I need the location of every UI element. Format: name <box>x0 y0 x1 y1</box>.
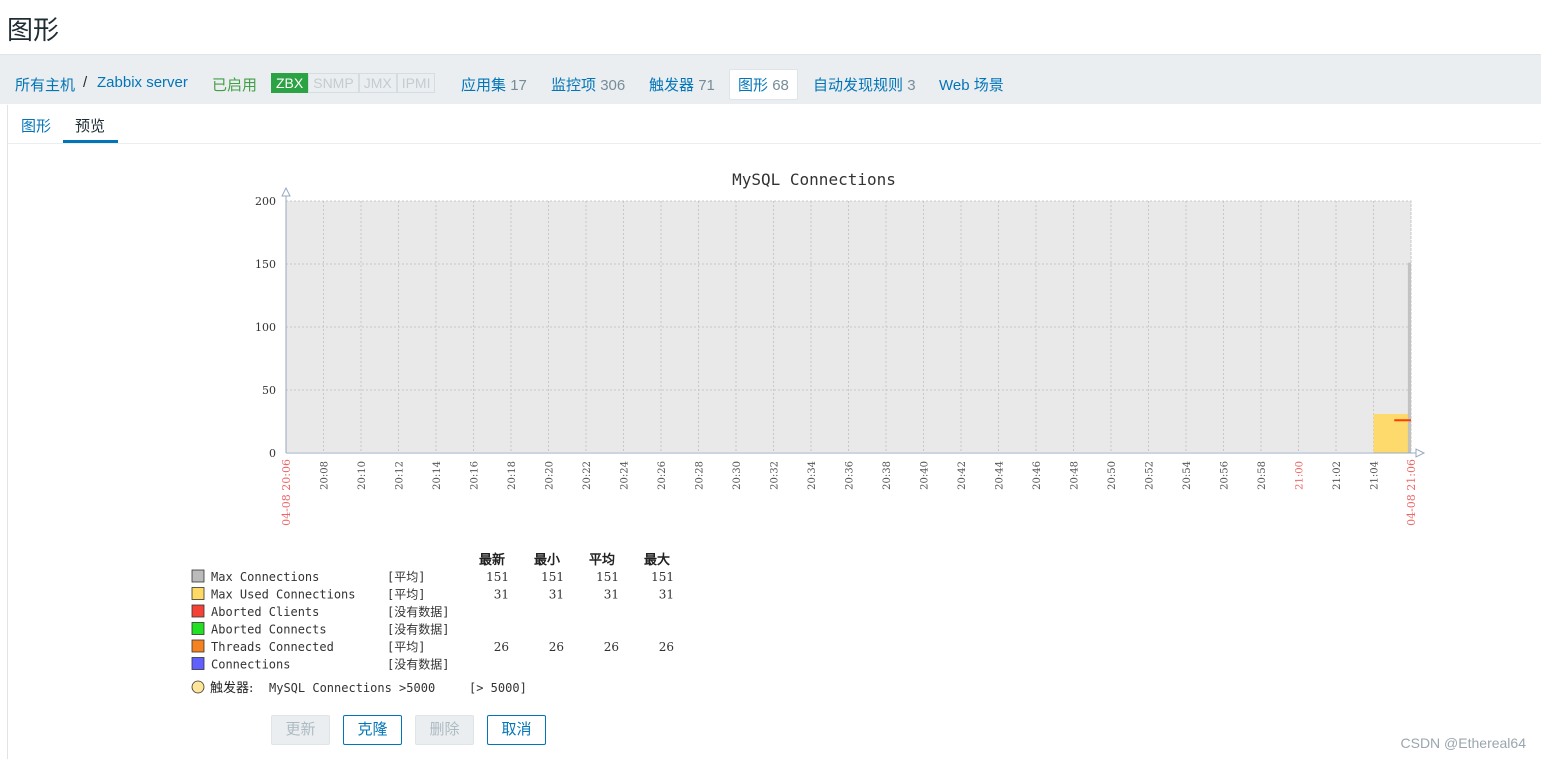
legend-function: [没有数据] <box>387 657 449 672</box>
legend: 最新 最小 平均 最大 Max Connections [平均] 151 151 151 151 M… <box>191 552 674 696</box>
legend-value-last: 26 <box>494 640 509 654</box>
legend-swatch <box>191 657 205 670</box>
x-edge-label: 04-08 20:06 <box>280 459 293 526</box>
x-tick-label: 20:38 <box>882 461 893 490</box>
legend-function: [没有数据] <box>387 622 449 637</box>
x-tick-label: 20:30 <box>732 461 743 490</box>
legend-name: Connections <box>211 658 290 672</box>
x-tick-label: 20:48 <box>1070 461 1081 490</box>
legend-swatch <box>191 639 205 653</box>
x-tick-label: 20:10 <box>357 461 368 490</box>
legend-function: [平均] <box>387 640 425 654</box>
x-tick-label: 20:54 <box>1182 461 1193 490</box>
legend-function: [平均] <box>387 588 425 602</box>
legend-value-min: 151 <box>541 570 564 584</box>
legend-function: [平均] <box>387 570 425 584</box>
y-tick-label: 150 <box>255 258 276 271</box>
legend-swatch <box>191 622 205 635</box>
y-tick-label: 50 <box>262 384 276 397</box>
x-tick-label: 21:00 <box>1295 461 1306 490</box>
legend-value-last: 151 <box>486 570 509 584</box>
trigger-threshold: [> 5000] <box>469 681 527 695</box>
y-tick-label: 200 <box>255 195 276 208</box>
legend-value-avg: 26 <box>604 640 619 654</box>
legend-value-min: 31 <box>549 588 564 602</box>
x-tick-label: 21:04 <box>1370 461 1381 490</box>
trigger-label: 触发器: <box>210 680 253 696</box>
x-tick-label: 20:56 <box>1220 461 1231 490</box>
y-axis-arrow <box>281 186 291 197</box>
legend-header: 最新 <box>479 552 505 568</box>
x-axis-arrow <box>1415 448 1426 458</box>
legend-swatch <box>191 587 205 600</box>
legend-header: 最小 <box>534 553 560 568</box>
legend-value-last: 31 <box>494 588 509 602</box>
x-tick-label: 20:32 <box>770 461 781 490</box>
legend-value-max: 31 <box>659 588 674 602</box>
legend-value-max: 151 <box>651 570 674 584</box>
series-max-connections <box>1407 262 1411 453</box>
x-tick-label: 20:50 <box>1107 461 1118 490</box>
legend-value-min: 26 <box>549 640 564 654</box>
x-tick-label: 21:02 <box>1332 461 1343 490</box>
x-tick-label: 20:42 <box>957 461 968 490</box>
update-button[interactable]: 更新 <box>271 715 330 745</box>
legend-name: Max Used Connections <box>211 588 356 602</box>
x-tick-label: 20:28 <box>695 461 706 490</box>
y-tick-label: 100 <box>255 321 276 334</box>
x-tick-label: 20:08 <box>320 461 331 490</box>
x-tick-label: 20:24 <box>620 461 631 490</box>
legend-header: 最大 <box>644 552 670 568</box>
x-edge-label: 04-08 21:06 <box>1405 459 1418 526</box>
legend-swatch <box>191 604 205 618</box>
legend-name: Max Connections <box>211 570 319 584</box>
graph-preview: MySQL Connections 200 150 100 50 0 20:08 20:1… <box>191 170 1426 696</box>
y-tick-label: 0 <box>269 447 276 460</box>
legend-name: Aborted Clients <box>211 605 319 619</box>
y-tick-labels: 200 150 100 50 0 <box>255 195 276 460</box>
trigger-marker <box>191 680 205 694</box>
legend-function: [没有数据] <box>387 604 449 619</box>
x-tick-label: 20:26 <box>657 461 668 490</box>
x-tick-label: 20:14 <box>432 461 443 490</box>
clone-button[interactable]: 克隆 <box>343 715 402 745</box>
x-tick-label: 20:52 <box>1145 461 1156 490</box>
x-tick-label: 20:22 <box>582 461 593 490</box>
x-tick-label: 20:40 <box>920 461 931 490</box>
watermark: CSDN @Ethereal64 <box>1400 735 1527 751</box>
cancel-button[interactable]: 取消 <box>487 715 546 745</box>
x-tick-label: 20:36 <box>845 461 856 490</box>
legend-name: Threads Connected <box>211 640 334 654</box>
legend-name: Aborted Connects <box>211 623 327 637</box>
legend-header: 平均 <box>589 552 615 568</box>
legend-swatch <box>191 569 205 583</box>
chart-title: MySQL Connections <box>732 170 896 189</box>
x-tick-label: 20:46 <box>1032 461 1043 490</box>
x-tick-label: 20:12 <box>395 461 406 490</box>
x-tick-label: 20:16 <box>470 461 481 490</box>
x-tick-label: 20:58 <box>1257 461 1268 490</box>
legend-value-avg: 151 <box>596 570 619 584</box>
x-tick-label: 20:34 <box>807 461 818 490</box>
delete-button[interactable]: 删除 <box>415 715 474 745</box>
trigger-text: MySQL Connections >5000 <box>269 681 435 695</box>
legend-value-max: 26 <box>659 640 674 654</box>
x-tick-label: 20:44 <box>995 461 1006 490</box>
x-tick-label: 20:18 <box>507 461 518 490</box>
legend-value-avg: 31 <box>604 588 619 602</box>
x-tick-label: 20:20 <box>545 461 556 490</box>
x-tick-labels: 20:08 20:10 20:12 20:14 20:16 20:18 20:20 20:22… <box>280 459 1418 526</box>
